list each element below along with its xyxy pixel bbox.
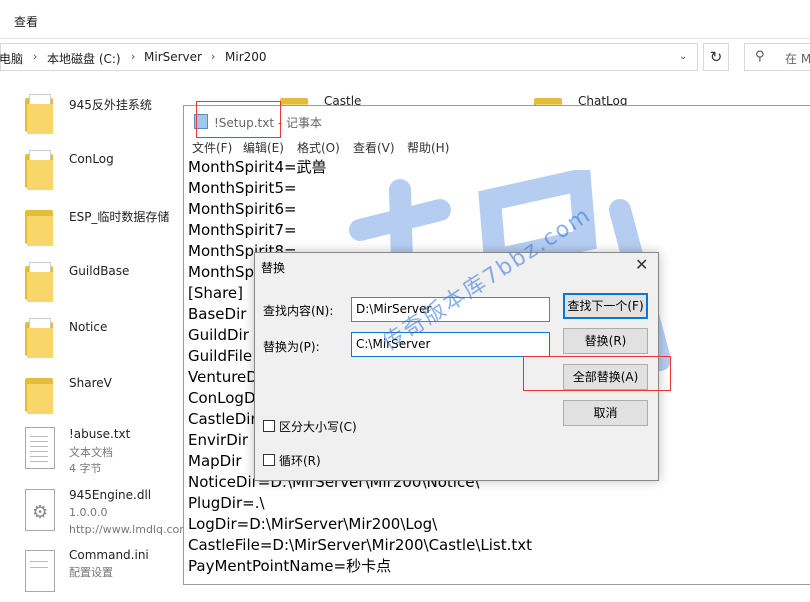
chevron-down-icon[interactable]: ⌄ xyxy=(679,51,687,62)
menu-edit[interactable]: 编辑(E) xyxy=(243,139,284,156)
folder-icon xyxy=(25,374,53,414)
folder-icon xyxy=(25,206,53,246)
menu-file[interactable]: 文件(F) xyxy=(192,139,232,156)
folder-icon xyxy=(25,94,53,134)
menu-format[interactable]: 格式(O) xyxy=(297,139,340,156)
file-name: ShareV xyxy=(69,376,112,390)
menu-view[interactable]: 查看(V) xyxy=(353,139,395,156)
dialog-title: 替换 xyxy=(261,261,286,275)
file-name: GuildBase xyxy=(69,264,130,278)
file-type: 配置设置 xyxy=(69,566,113,579)
file-name: ConLog xyxy=(69,152,114,166)
file-name: Command.ini xyxy=(69,548,149,562)
file-version: 1.0.0.0 xyxy=(69,506,108,519)
cancel-button[interactable]: 取消 xyxy=(563,400,648,426)
refresh-button[interactable]: ↻ xyxy=(703,43,729,71)
text-line: CastleFile=D:\MirServer\Mir200\Castle\Li… xyxy=(188,536,533,554)
breadcrumb-mir200[interactable]: Mir200 xyxy=(225,50,267,64)
file-size: 4 字节 xyxy=(69,462,102,475)
find-label: 查找内容(N): xyxy=(263,304,334,318)
find-next-button[interactable]: 查找下一个(F) xyxy=(563,293,648,319)
ini-file-icon xyxy=(25,550,55,592)
file-name: !abuse.txt xyxy=(69,427,131,441)
match-case-label: 区分大小写(C) xyxy=(279,420,357,434)
highlight-box-replace-all xyxy=(523,356,671,391)
breadcrumb-drive[interactable]: 本地磁盘 (C:) xyxy=(47,50,121,67)
replace-button[interactable]: 替换(R) xyxy=(563,328,648,354)
file-name: 945Engine.dll xyxy=(69,488,152,502)
file-company: http://www.lmdlq.com xyxy=(69,523,190,536)
close-icon[interactable]: ✕ xyxy=(635,255,648,274)
menu-bar: 文件(F) 编辑(E) 格式(O) 查看(V) 帮助(H) xyxy=(184,137,810,157)
chevron-right-icon: › xyxy=(33,50,38,63)
text-line: LogDir=D:\MirServer\Mir200\Log\ xyxy=(188,515,438,533)
ribbon-tab-view[interactable]: 查看 xyxy=(14,13,38,30)
breadcrumb-mirserver[interactable]: MirServer xyxy=(144,50,202,64)
menu-help[interactable]: 帮助(H) xyxy=(407,139,449,156)
refresh-icon: ↻ xyxy=(709,48,723,66)
address-bar[interactable]: 电脑 › 本地磁盘 (C:) › MirServer › Mir200 ⌄ xyxy=(0,43,698,71)
search-icon: ⚲ xyxy=(755,49,765,64)
gear-icon: ⚙ xyxy=(32,502,49,523)
search-box[interactable]: ⚲ 在 M xyxy=(744,43,810,71)
search-placeholder: 在 M xyxy=(785,52,810,66)
wrap-label: 循环(R) xyxy=(279,454,321,468)
chevron-right-icon: › xyxy=(211,50,216,63)
text-line: PlugDir=.\ xyxy=(188,494,265,512)
text-file-icon xyxy=(25,427,55,469)
replace-label: 替换为(P): xyxy=(263,340,320,354)
file-name: ESP_临时数据存储 xyxy=(69,210,170,224)
highlight-box-title xyxy=(196,101,281,138)
wrap-checkbox[interactable] xyxy=(263,454,275,466)
dll-file-icon: ⚙ xyxy=(25,489,55,531)
file-name: Notice xyxy=(69,320,108,334)
file-name: 945反外挂系统 xyxy=(69,98,152,112)
folder-icon xyxy=(25,262,53,302)
folder-icon xyxy=(25,150,53,190)
file-type: 文本文档 xyxy=(69,446,113,459)
match-case-checkbox[interactable] xyxy=(263,420,275,432)
chevron-right-icon: › xyxy=(131,50,136,63)
folder-icon xyxy=(25,318,53,358)
text-line: PayMentPointName=秒卡点 xyxy=(188,557,392,575)
breadcrumb-computer[interactable]: 电脑 xyxy=(0,50,23,67)
ribbon: 查看 xyxy=(0,0,810,39)
